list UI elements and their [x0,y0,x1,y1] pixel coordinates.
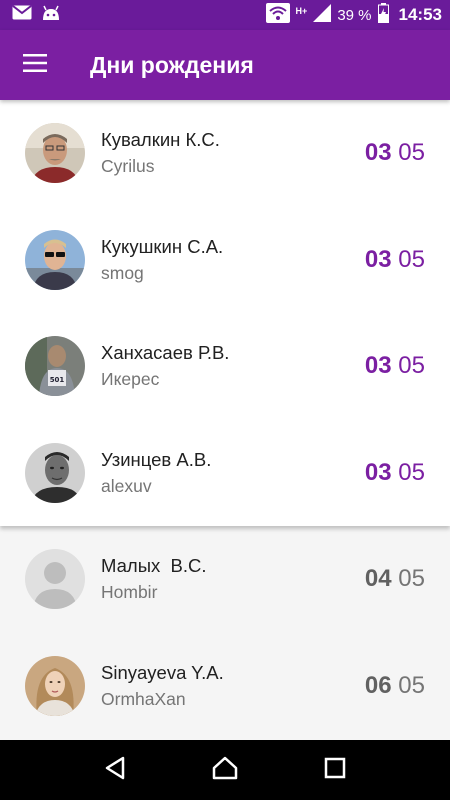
status-bar: H+ 39 % 14:53 [0,0,450,30]
list-item[interactable]: Кувалкин К.С. Cyrilus 03 05 [0,100,450,207]
birthday-date: 06 05 [365,672,425,700]
list-item[interactable]: Узинцев А.В. alexuv 03 05 [0,420,450,527]
default-avatar-icon [25,549,85,610]
cellular-signal-icon [313,3,332,27]
list-item[interactable]: 501 Ханхасаев Р.В. Икерес 03 05 [0,313,450,420]
birthday-day: 04 [364,565,392,593]
birthday-day: 03 [364,352,392,380]
back-button[interactable] [85,740,145,800]
avatar [25,549,85,610]
network-type-label: H+ [295,5,308,16]
home-button[interactable] [195,740,255,800]
wifi-icon [265,2,290,28]
person-name: Кукушкин С.А. [101,235,224,257]
birthday-month: 05 [398,565,425,593]
person-nickname: Hombir [101,582,158,603]
person-name: Малых В.С. [101,555,207,577]
birthday-date: 03 05 [365,139,425,167]
birthday-day: 03 [364,245,392,273]
birthday-list: Кувалкин К.С. Cyrilus 03 05 Кукушкин С.А… [0,100,450,740]
birthday-date: 03 05 [365,352,425,380]
home-icon [212,756,238,785]
battery-icon [377,2,389,28]
menu-button[interactable] [0,30,70,100]
svg-text:501: 501 [50,376,65,384]
status-left [12,5,60,26]
person-nickname: Икерес [101,369,160,390]
mail-icon [12,5,32,25]
birthday-month: 05 [398,352,425,380]
recents-icon [324,757,346,784]
person-nickname: smog [101,262,144,283]
list-item[interactable]: Малых В.С. Hombir 04 05 [0,526,450,633]
list-item[interactable]: Sinyayeva Y.A. OrmhaXan 06 05 [0,633,450,740]
person-name: Ханхасаев Р.В. [101,342,230,364]
birthday-month: 05 [398,671,425,699]
recents-button[interactable] [305,740,365,800]
birthday-date: 04 05 [365,565,425,593]
app-bar: Дни рождения [0,30,450,100]
upcoming-birthdays-section: Малых В.С. Hombir 04 05 Sinyayeva Y.A. O… [0,526,450,739]
birthday-day: 03 [364,458,392,486]
system-nav-bar [0,740,450,800]
list-item[interactable]: Кукушкин С.А. smog 03 05 [0,207,450,314]
avatar: 501 [25,336,85,397]
person-nickname: OrmhaXan [101,688,186,709]
avatar [25,123,85,184]
android-icon [42,5,60,26]
birthday-month: 05 [398,245,425,273]
person-nickname: Cyrilus [101,156,155,177]
hamburger-menu-icon [23,53,47,77]
battery-percent: 39 % [337,6,372,24]
birthday-day: 06 [364,671,392,699]
person-name: Кувалкин К.С. [101,129,220,151]
birthday-day: 03 [364,139,392,167]
birthday-month: 05 [398,458,425,486]
page-title: Дни рождения [90,51,254,78]
birthday-month: 05 [398,139,425,167]
avatar [25,442,85,503]
current-birthdays-section: Кувалкин К.С. Cyrilus 03 05 Кукушкин С.А… [0,100,450,526]
status-right: H+ 39 % 14:53 [265,2,442,28]
person-nickname: alexuv [101,475,152,496]
birthday-date: 03 05 [365,246,425,274]
avatar [25,655,85,716]
clock: 14:53 [398,5,442,24]
avatar [25,229,85,290]
person-name: Sinyayeva Y.A. [101,661,224,683]
birthday-date: 03 05 [365,459,425,487]
back-icon [104,756,126,785]
person-name: Узинцев А.В. [101,448,212,470]
